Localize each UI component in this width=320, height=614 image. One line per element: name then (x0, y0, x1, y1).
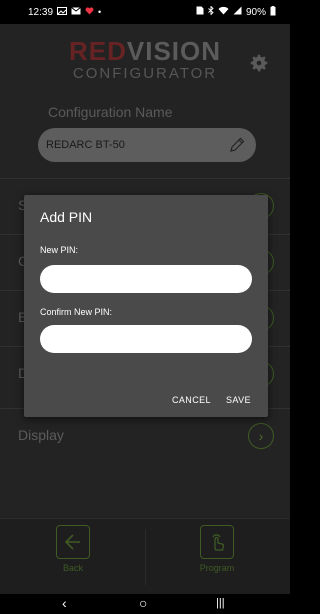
mail-icon (71, 6, 81, 18)
bluetooth-icon (208, 5, 214, 18)
status-bar: 12:39 • 90% (0, 0, 290, 24)
battery-percent: 90% (245, 6, 266, 18)
signal-icon (233, 6, 242, 18)
nav-back-icon[interactable]: ‹ (62, 596, 67, 610)
new-pin-label: New PIN: (40, 245, 79, 255)
cancel-button[interactable]: CANCEL (172, 395, 211, 405)
wifi-icon (218, 6, 229, 18)
notification-dot-icon: • (98, 7, 102, 17)
battery-icon (270, 5, 276, 19)
confirm-pin-label: Confirm New PIN: (40, 307, 113, 317)
heart-icon (85, 6, 94, 18)
add-pin-dialog: Add PIN New PIN: Confirm New PIN: CANCEL… (24, 195, 268, 417)
new-pin-input[interactable] (40, 265, 252, 293)
dialog-title: Add PIN (40, 209, 93, 225)
nav-home-icon[interactable]: ○ (139, 596, 147, 610)
status-time: 12:39 (28, 6, 54, 18)
image-icon (57, 6, 68, 18)
status-right: 90% (196, 5, 276, 19)
status-left: 12:39 • (28, 6, 102, 18)
confirm-pin-input[interactable] (40, 325, 252, 353)
system-nav-bar: ‹ ○ ||| (0, 594, 290, 614)
nav-recents-icon[interactable]: ||| (216, 596, 225, 610)
sim-icon (196, 6, 204, 18)
save-button[interactable]: SAVE (226, 395, 251, 405)
